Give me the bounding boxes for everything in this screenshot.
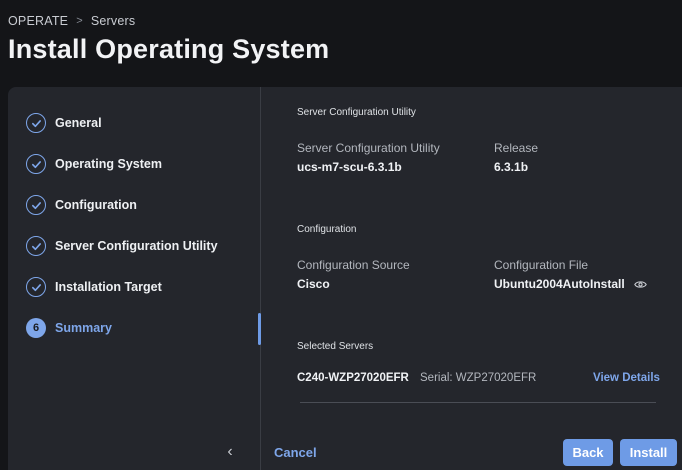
eye-icon[interactable]: [634, 278, 647, 292]
configuration-section-title: Configuration: [297, 224, 357, 235]
step-server-configuration-utility[interactable]: Server Configuration Utility: [26, 235, 218, 257]
configuration-file-value: Ubuntu2004AutoInstall: [494, 277, 625, 291]
cancel-button[interactable]: Cancel: [274, 445, 317, 460]
view-details-link[interactable]: View Details: [593, 372, 660, 384]
step-label: Operating System: [55, 157, 162, 171]
step-general[interactable]: General: [26, 112, 102, 134]
step-label: Configuration: [55, 198, 137, 212]
configuration-file-label: Configuration File: [494, 258, 589, 272]
configuration-source-label: Configuration Source: [297, 258, 410, 272]
server-name: C240-WZP27020EFR: [297, 372, 409, 384]
page-title: Install Operating System: [8, 34, 330, 64]
step-label: General: [55, 116, 102, 130]
install-button[interactable]: Install: [620, 439, 677, 466]
scu-section-title: Server Configuration Utility: [297, 107, 416, 118]
wizard-steps-sidebar: General Operating System Configuration S…: [8, 87, 261, 470]
selected-servers-title: Selected Servers: [297, 341, 374, 352]
step-summary[interactable]: 6 Summary: [26, 317, 112, 339]
breadcrumb-root[interactable]: OPERATE: [8, 14, 68, 28]
check-circle-icon: [26, 154, 46, 174]
step-configuration[interactable]: Configuration: [26, 194, 137, 216]
release-label: Release: [494, 141, 539, 155]
summary-content: Server Configuration Utility Server Conf…: [262, 87, 682, 470]
breadcrumb-current[interactable]: Servers: [91, 14, 135, 28]
check-circle-icon: [26, 277, 46, 297]
breadcrumb: OPERATE > Servers: [8, 14, 135, 28]
step-operating-system[interactable]: Operating System: [26, 153, 162, 175]
chevron-right-icon: >: [76, 15, 83, 27]
configuration-file-row: Ubuntu2004AutoInstall: [494, 277, 647, 292]
check-circle-icon: [26, 236, 46, 256]
release-value: 6.3.1b: [494, 160, 529, 174]
divider: [300, 402, 656, 403]
active-step-indicator: [258, 313, 261, 345]
step-installation-target[interactable]: Installation Target: [26, 276, 162, 298]
server-serial: Serial: WZP27020EFR: [420, 372, 537, 384]
step-label: Installation Target: [55, 280, 162, 294]
chevron-left-icon[interactable]: ‹: [222, 443, 238, 461]
wizard-panel: General Operating System Configuration S…: [8, 87, 682, 470]
step-label: Summary: [55, 321, 112, 335]
scu-name-value: ucs-m7-scu-6.3.1b: [297, 160, 402, 174]
check-circle-icon: [26, 195, 46, 215]
scu-name-label: Server Configuration Utility: [297, 141, 440, 155]
back-button[interactable]: Back: [563, 439, 613, 466]
configuration-source-value: Cisco: [297, 277, 330, 291]
step-label: Server Configuration Utility: [55, 239, 218, 253]
step-number-badge: 6: [26, 318, 46, 338]
check-circle-icon: [26, 113, 46, 133]
